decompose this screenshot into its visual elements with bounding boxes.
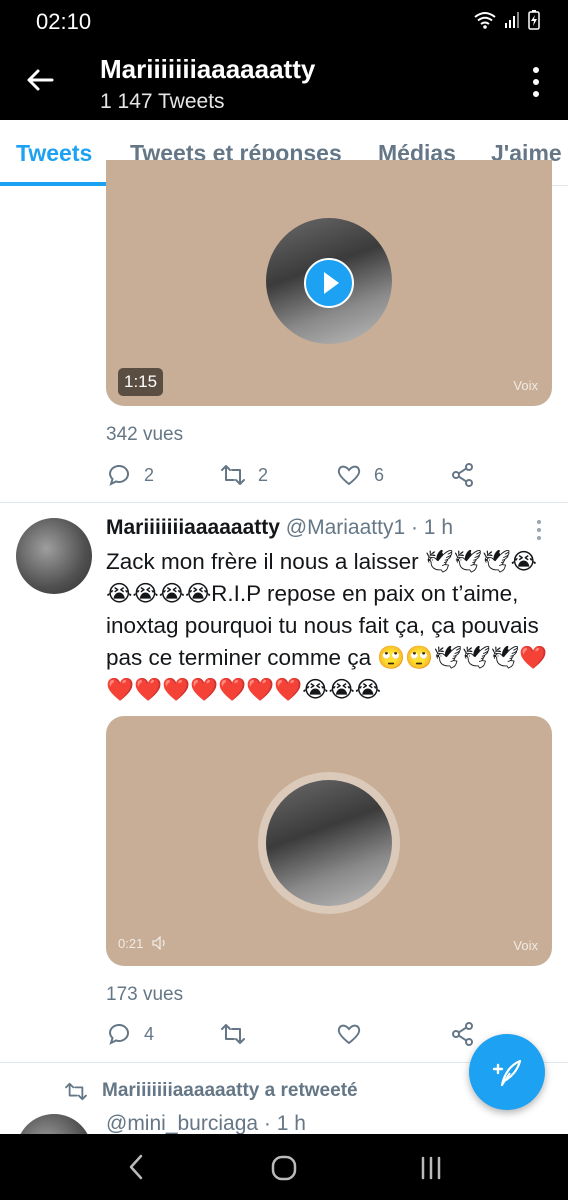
reply-button[interactable]: 4 [106, 1021, 154, 1047]
share-button[interactable] [450, 462, 476, 488]
voice-label: Voix [513, 938, 538, 953]
reply-icon [108, 464, 129, 486]
view-count: 173 vues [106, 984, 184, 1005]
voice-label: Voix [513, 378, 538, 393]
like-count: 6 [374, 464, 385, 485]
tweet-header: Mariiiiiiiaaaaaatty @Mariaatty1 · 1 h [106, 516, 453, 540]
reply-button[interactable]: 2 [106, 462, 154, 488]
retweet-button[interactable]: 2 [220, 462, 268, 488]
signal-icon [505, 12, 519, 28]
reply-count: 2 [144, 464, 155, 485]
play-icon[interactable] [304, 258, 354, 308]
tweet-time: · 1 h [410, 516, 454, 539]
tab-tweets[interactable]: Tweets [16, 140, 92, 167]
retweet-icon [221, 465, 245, 485]
view-count: 342 vues [106, 424, 184, 445]
author-handle: @Mariaatty1 [285, 516, 406, 539]
retweet-button[interactable] [220, 1021, 246, 1047]
volume-icon[interactable] [152, 936, 168, 950]
status-time: 02:10 [36, 9, 92, 34]
retweet-notice-text[interactable]: Mariiiiiiiaaaaaatty a retweeté [102, 1080, 358, 1102]
retweet-notice: Mariiiiiiiaaaaaatty a retweeté [64, 1080, 358, 1102]
author-name[interactable]: Mariiiiiiiaaaaaatty [106, 516, 280, 539]
profile-title: Mariiiiiiiaaaaaatty [100, 54, 316, 84]
tweet-actions: 2 2 6 [106, 462, 486, 492]
heart-icon [337, 465, 361, 486]
reply-icon [108, 1023, 129, 1045]
tweet-count: 1 147 Tweets [100, 90, 225, 113]
system-navigation-bar [0, 1134, 568, 1200]
voice-thumbnail [266, 780, 392, 906]
status-bar: 02:10 [0, 0, 568, 42]
tweet-text: Zack mon frère il nous a laisser 🕊🕊🕊😭😭😭😭… [106, 549, 548, 702]
share-icon [452, 1022, 473, 1046]
retweet-icon [221, 1024, 245, 1044]
wifi-icon [474, 12, 496, 29]
status-icons [474, 10, 540, 30]
like-button[interactable] [336, 1021, 362, 1047]
retweet-count: 2 [258, 464, 269, 485]
share-button[interactable] [450, 1021, 476, 1047]
tweet-actions: 4 [106, 1021, 486, 1051]
avatar[interactable] [16, 518, 92, 594]
battery-charging-icon [528, 10, 540, 30]
media-duration: 1:15 [118, 368, 164, 396]
nav-back-icon[interactable] [126, 1154, 146, 1180]
tweet-divider [0, 502, 568, 503]
more-options-icon[interactable] [528, 64, 544, 100]
compose-tweet-button[interactable] [469, 1034, 545, 1110]
compose-feather-icon [492, 1059, 522, 1087]
voice-media-card[interactable]: 1:15 Voix [106, 160, 552, 406]
share-icon [452, 463, 473, 487]
reply-count: 4 [144, 1023, 155, 1044]
back-arrow-icon[interactable] [22, 62, 58, 98]
tweet-header: @mini_burciaga · 1 h [106, 1112, 306, 1136]
profile-header: Mariiiiiiiaaaaaatty 1 147 Tweets [0, 42, 568, 120]
heart-icon [337, 1024, 361, 1045]
retweet-icon [65, 1082, 87, 1101]
nav-home-icon[interactable] [270, 1154, 298, 1182]
author-handle: @mini_burciaga · 1 h [106, 1112, 306, 1135]
tweet-menu-icon[interactable] [534, 518, 544, 542]
active-tab-indicator [0, 182, 112, 186]
like-button[interactable]: 6 [336, 462, 384, 488]
media-duration: 0:21 [118, 936, 144, 951]
voice-media-card[interactable]: 0:21 Voix [106, 716, 552, 966]
nav-recents-icon[interactable] [418, 1156, 444, 1180]
